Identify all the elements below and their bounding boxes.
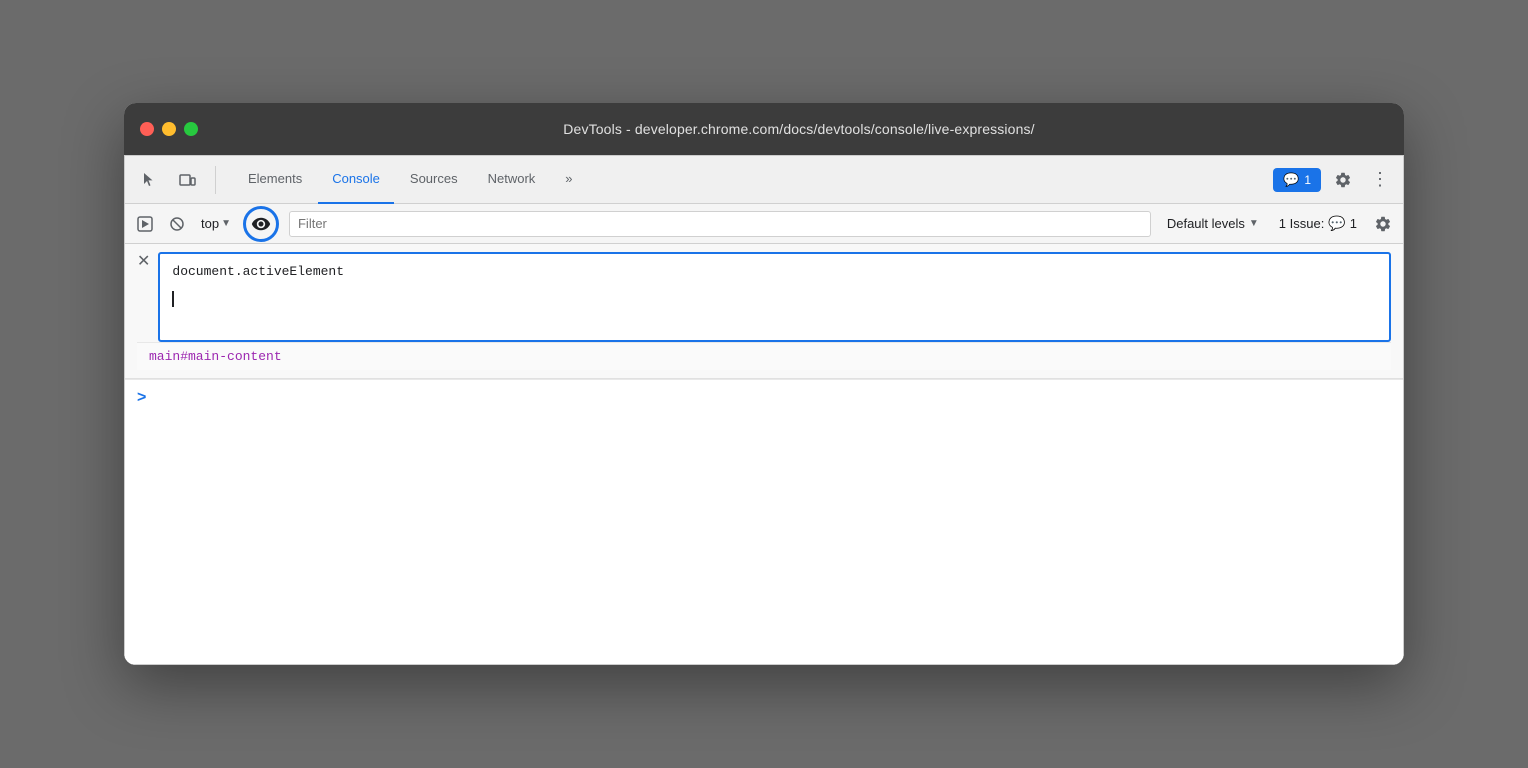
console-toolbar: top ▼ Default levels ▼ 1 Issue: 💬 1 <box>125 204 1403 244</box>
issue-prefix: 1 Issue: <box>1279 216 1325 231</box>
prompt-arrow: > <box>137 389 146 407</box>
run-snippet-icon[interactable] <box>131 210 159 238</box>
context-selector[interactable]: top ▼ <box>195 213 237 234</box>
log-levels-selector[interactable]: Default levels ▼ <box>1159 213 1267 234</box>
devtools-container: Elements Console Sources Network » 💬 1 <box>124 155 1404 665</box>
tab-more[interactable]: » <box>551 156 586 204</box>
console-input[interactable] <box>154 388 1391 408</box>
more-menu-icon[interactable]: ⋮ <box>1365 165 1395 194</box>
tabbar-right: 💬 1 ⋮ <box>1273 164 1395 196</box>
traffic-lights <box>140 122 198 136</box>
issue-chat-icon: 💬 <box>1328 215 1345 232</box>
console-gear-svg <box>1374 215 1392 233</box>
gear-svg <box>1334 171 1352 189</box>
cursor-line <box>172 291 1377 307</box>
issues-badge[interactable]: 💬 1 <box>1273 168 1321 192</box>
log-levels-label: Default levels <box>1167 216 1245 231</box>
console-input-row[interactable]: > <box>125 379 1403 416</box>
issue-count: 1 <box>1350 216 1357 231</box>
console-settings-icon[interactable] <box>1369 210 1397 238</box>
tab-network[interactable]: Network <box>474 156 550 204</box>
live-expression-editor[interactable]: document.activeElement <box>158 252 1391 342</box>
live-expression-code: document.activeElement <box>172 264 1377 279</box>
chat-icon: 💬 <box>1283 172 1299 188</box>
settings-icon[interactable] <box>1327 164 1359 196</box>
tab-sources[interactable]: Sources <box>396 156 472 204</box>
tab-divider <box>215 166 216 194</box>
chevron-down-icon: ▼ <box>221 218 231 229</box>
device-toggle-icon[interactable] <box>171 164 203 196</box>
live-expression-container: ✕ document.activeElement main#main-conte… <box>125 244 1403 379</box>
filter-input[interactable] <box>289 211 1151 237</box>
text-cursor <box>172 291 174 307</box>
close-button[interactable] <box>140 122 154 136</box>
live-expression-result: main#main-content <box>137 342 1391 370</box>
inspect-element-icon[interactable] <box>133 164 165 196</box>
console-body: ✕ document.activeElement main#main-conte… <box>125 244 1403 664</box>
issue-indicator: 1 Issue: 💬 1 <box>1271 212 1365 235</box>
tab-elements[interactable]: Elements <box>234 156 316 204</box>
log-levels-chevron: ▼ <box>1249 218 1259 229</box>
window-title: DevTools - developer.chrome.com/docs/dev… <box>210 121 1388 137</box>
tab-console[interactable]: Console <box>318 156 394 204</box>
live-expressions-button[interactable] <box>243 206 279 242</box>
tabbar: Elements Console Sources Network » 💬 1 <box>125 156 1403 204</box>
devtools-window: DevTools - developer.chrome.com/docs/dev… <box>124 103 1404 665</box>
live-expression-header: ✕ document.activeElement <box>137 252 1391 342</box>
clear-console-icon[interactable] <box>163 210 191 238</box>
maximize-button[interactable] <box>184 122 198 136</box>
context-label: top <box>201 216 219 231</box>
minimize-button[interactable] <box>162 122 176 136</box>
tabbar-icons <box>133 164 222 196</box>
titlebar: DevTools - developer.chrome.com/docs/dev… <box>124 103 1404 155</box>
close-expression-button[interactable]: ✕ <box>137 254 150 270</box>
